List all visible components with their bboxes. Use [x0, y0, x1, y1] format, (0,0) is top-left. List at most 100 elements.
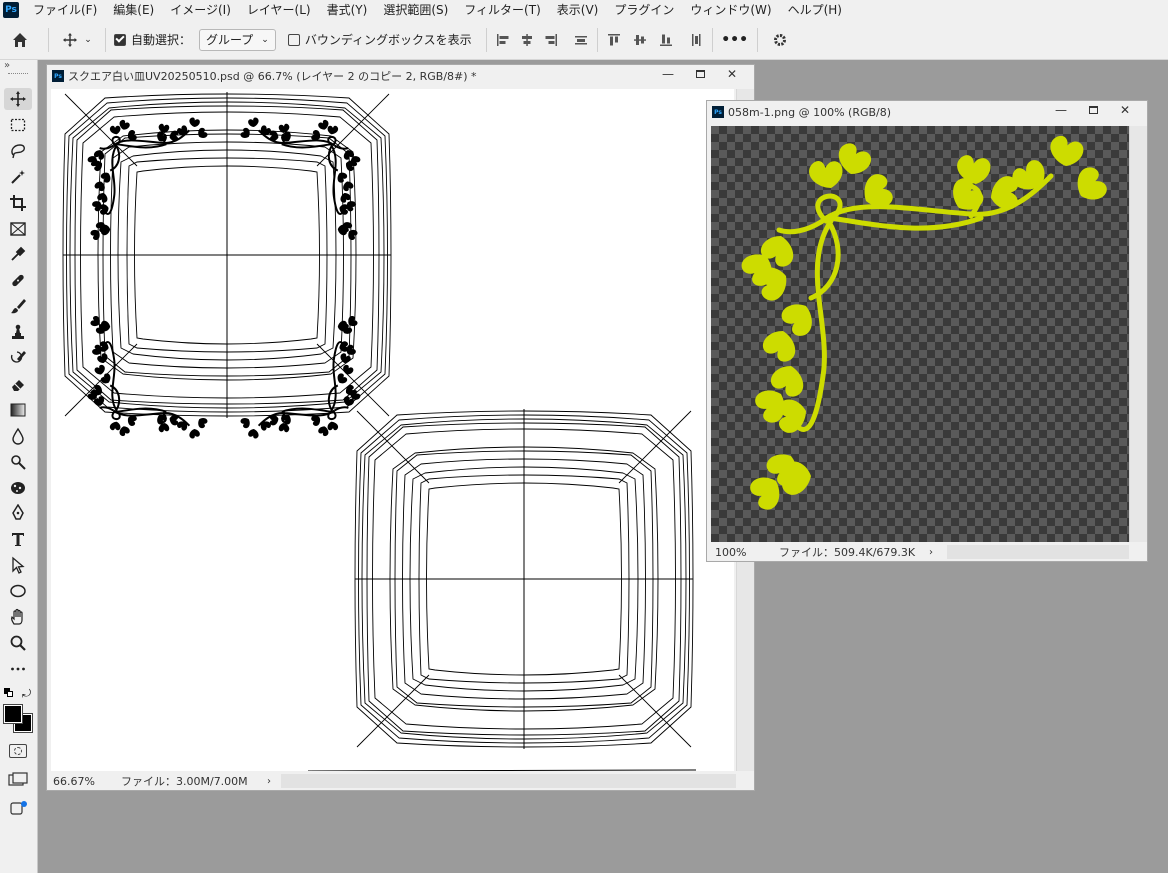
doc1-canvas[interactable]: [51, 89, 734, 771]
pen-tool-button[interactable]: [4, 502, 32, 524]
screen-mode-button[interactable]: [8, 772, 28, 786]
more-options-button[interactable]: •••: [721, 26, 749, 54]
history-brush-tool-button[interactable]: [4, 347, 32, 369]
panel-grip[interactable]: [8, 73, 28, 75]
menu-image[interactable]: イメージ(I): [162, 0, 239, 20]
brush-tool-button[interactable]: [4, 295, 32, 317]
doc1-titlebar[interactable]: Ps スクエア白い皿UV20250510.psd @ 66.7% (レイヤー 2…: [47, 65, 754, 87]
align-left-icon[interactable]: [495, 32, 511, 48]
menu-help[interactable]: ヘルプ(H): [780, 0, 850, 20]
menu-view[interactable]: 表示(V): [549, 0, 607, 20]
dodge-tool-button[interactable]: [4, 451, 32, 473]
maximize-button[interactable]: [684, 65, 716, 83]
stamp-tool-button[interactable]: [4, 321, 32, 343]
vine-leaf: [953, 178, 984, 210]
magic-wand-tool-button[interactable]: [4, 166, 32, 188]
sponge-icon: [11, 481, 25, 494]
menu-bar: Ps ファイル(F) 編集(E) イメージ(I) レイヤー(L) 書式(Y) 選…: [0, 0, 1168, 20]
zoom-tool-button[interactable]: [4, 632, 32, 654]
photoshop-doc-icon: Ps: [52, 70, 64, 82]
bounding-box-checkbox[interactable]: [287, 33, 300, 46]
uv-wireframe: [62, 92, 697, 771]
doc1-horizontal-scrollbar[interactable]: [281, 774, 736, 788]
auto-select-target-dropdown[interactable]: グループ ⌄: [199, 28, 276, 51]
maximize-button[interactable]: [1077, 101, 1109, 119]
lasso-tool-button[interactable]: [4, 140, 32, 162]
sponge-tool-button[interactable]: [4, 477, 32, 499]
move-tool-button[interactable]: [4, 88, 32, 110]
status-expand-icon[interactable]: ›: [267, 776, 271, 787]
minimize-button[interactable]: —: [652, 65, 684, 83]
vine-stem: [327, 409, 337, 421]
shape-icon: [10, 584, 26, 598]
close-button[interactable]: ✕: [1109, 101, 1141, 119]
doc2-titlebar[interactable]: Ps 058m-1.png @ 100% (RGB/8) — ✕: [707, 101, 1147, 123]
align-right-icon[interactable]: [543, 32, 559, 48]
vine-stem: [111, 409, 121, 421]
distribute-horizontal-icon[interactable]: [573, 32, 589, 48]
vine-leaf: [94, 181, 105, 192]
swap-colors-icon[interactable]: ⤾: [22, 687, 31, 701]
move-tool-preset-button[interactable]: ⌄: [57, 26, 97, 54]
status-expand-icon[interactable]: ›: [929, 547, 933, 558]
auto-select-toggle[interactable]: 自動選択：: [114, 31, 191, 48]
vine-leaf: [318, 426, 329, 437]
more-tools-button[interactable]: [4, 658, 32, 680]
blur-tool-button[interactable]: [4, 425, 32, 447]
options-bar: ⌄ 自動選択： グループ ⌄ バウンディングボックスを表示 •••: [0, 20, 1168, 60]
document-window-png[interactable]: Ps 058m-1.png @ 100% (RGB/8) — ✕ 100% ファ…: [706, 100, 1148, 562]
menu-edit[interactable]: 編集(E): [105, 0, 162, 20]
share-button[interactable]: [9, 800, 29, 818]
minimize-button[interactable]: —: [1045, 101, 1077, 119]
menu-filter[interactable]: フィルター(T): [456, 0, 548, 20]
separator: [48, 27, 49, 52]
hand-tool-button[interactable]: [4, 606, 32, 628]
doc2-horizontal-scrollbar[interactable]: [947, 545, 1129, 559]
doc2-zoom[interactable]: 100%: [707, 546, 779, 559]
ellipsis-icon: •••: [721, 31, 749, 48]
menu-type[interactable]: 書式(Y): [319, 0, 376, 20]
quick-mask-icon: [14, 747, 22, 755]
collapse-panel-icon[interactable]: »: [4, 60, 10, 71]
vine-leaf: [94, 364, 105, 375]
align-top-icon[interactable]: [606, 32, 622, 48]
menu-file[interactable]: ファイル(F): [25, 0, 105, 20]
frame-tool-button[interactable]: [4, 218, 32, 240]
doc1-zoom[interactable]: 66.67%: [47, 775, 121, 788]
vine-stem: [327, 135, 337, 147]
vine-leaf: [189, 429, 200, 439]
menu-plugins[interactable]: プラグイン: [606, 0, 682, 20]
align-middle-vertical-icon[interactable]: [632, 32, 648, 48]
eyedropper-tool-button[interactable]: [4, 243, 32, 265]
align-center-horizontal-icon[interactable]: [519, 32, 535, 48]
auto-select-checkbox[interactable]: [114, 33, 126, 46]
settings-button[interactable]: [766, 26, 794, 54]
crop-tool-button[interactable]: [4, 192, 32, 214]
eraser-tool-button[interactable]: [4, 373, 32, 395]
doc2-canvas[interactable]: [711, 126, 1129, 542]
healing-tool-button[interactable]: [4, 269, 32, 291]
share-icon: [10, 801, 27, 815]
close-button[interactable]: ✕: [716, 65, 748, 83]
bounding-box-toggle[interactable]: バウンディングボックスを表示: [287, 31, 472, 48]
align-bottom-icon[interactable]: [658, 32, 674, 48]
marquee-icon: [10, 118, 26, 132]
type-tool-button[interactable]: [4, 528, 32, 550]
menu-layer[interactable]: レイヤー(L): [239, 0, 319, 20]
menu-window[interactable]: ウィンドウ(W): [682, 0, 779, 20]
gradient-tool-button[interactable]: [4, 399, 32, 421]
vine-leaf: [240, 417, 250, 429]
document-window-uv[interactable]: Ps スクエア白い皿UV20250510.psd @ 66.7% (レイヤー 2…: [46, 64, 755, 791]
foreground-color-swatch[interactable]: [3, 704, 23, 724]
home-button[interactable]: [0, 26, 40, 54]
path-select-tool-button[interactable]: [4, 554, 32, 576]
menu-select[interactable]: 選択範囲(S): [375, 0, 456, 20]
default-colors-icon[interactable]: [4, 688, 14, 698]
shape-tool-button[interactable]: [4, 580, 32, 602]
vine-stem: [815, 193, 843, 224]
marquee-tool-button[interactable]: [4, 114, 32, 136]
quick-mask-button[interactable]: [9, 744, 27, 758]
distribute-vertical-icon[interactable]: [688, 32, 704, 48]
close-icon: ✕: [1119, 103, 1131, 117]
doc2-vertical-scrollbar[interactable]: [1129, 126, 1147, 542]
